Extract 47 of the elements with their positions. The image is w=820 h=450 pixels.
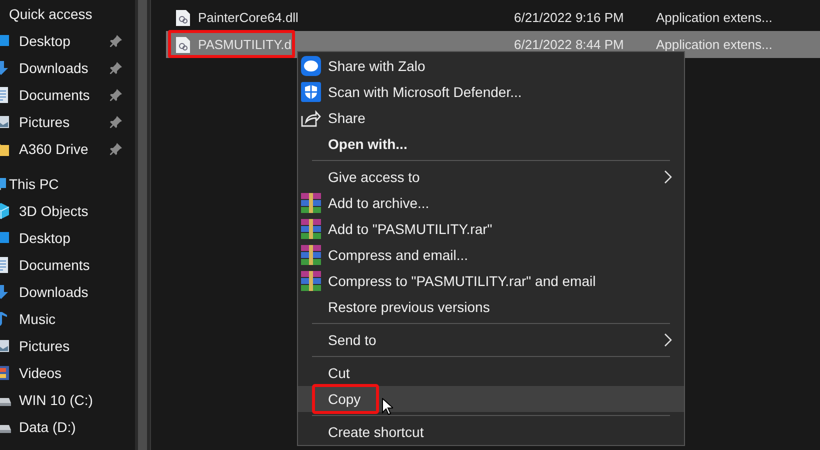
stacked-books-icon xyxy=(301,219,321,239)
stacked-books-icon xyxy=(301,271,321,291)
menu-item[interactable]: Cut xyxy=(298,360,684,386)
sidebar-item[interactable]: Quick access xyxy=(9,6,92,22)
share-icon xyxy=(301,109,321,127)
file-date: 6/21/2022 9:16 PM xyxy=(514,10,625,25)
menu-item[interactable]: Send to xyxy=(298,327,684,353)
cursor-icon xyxy=(382,398,393,415)
stacked-books-icon xyxy=(301,245,321,265)
sidebar-item[interactable]: Pictures xyxy=(19,338,70,354)
file-date: 6/21/2022 8:44 PM xyxy=(514,37,625,52)
sidebar-item[interactable]: Downloads xyxy=(19,284,88,300)
sidebar-item[interactable]: Data (D:) xyxy=(19,418,76,434)
dll-file-icon xyxy=(176,36,190,52)
sidebar-item[interactable]: Desktop xyxy=(19,32,70,48)
sidebar-item[interactable]: Videos xyxy=(19,364,62,380)
stacked-books-icon xyxy=(301,193,321,213)
shield-icon xyxy=(301,82,321,102)
file-name: PASMUTILITY.d xyxy=(198,37,292,52)
menu-item[interactable]: Open with... xyxy=(298,131,684,157)
sidebar-item[interactable]: Desktop xyxy=(19,230,70,246)
chat-app-icon xyxy=(301,56,321,76)
sidebar-item[interactable]: This PC xyxy=(9,176,59,192)
sidebar-item[interactable]: Documents xyxy=(19,256,90,272)
menu-item[interactable]: Add to archive... xyxy=(298,190,684,216)
menu-item[interactable]: Give access to xyxy=(298,164,684,190)
sidebar-item[interactable]: Downloads xyxy=(19,60,88,76)
sidebar-item[interactable]: 3D Objects xyxy=(19,202,88,218)
sidebar-item[interactable]: Pictures xyxy=(19,114,70,130)
menu-item[interactable]: Compress to "PASMUTILITY.rar" and email xyxy=(298,268,684,294)
menu-item[interactable]: Share xyxy=(298,105,684,131)
menu-item[interactable]: Add to "PASMUTILITY.rar" xyxy=(298,216,684,242)
file-type: Application extens... xyxy=(656,10,774,25)
menu-item[interactable]: Scan with Microsoft Defender... xyxy=(298,79,684,105)
menu-item[interactable]: Copy xyxy=(298,386,684,412)
sidebar-item[interactable]: A360 Drive xyxy=(19,140,88,156)
file-name: PainterCore64.dll xyxy=(198,10,298,25)
scrollbar-thumb[interactable] xyxy=(138,0,147,450)
sidebar-item[interactable]: WIN 10 (C:) xyxy=(19,392,93,408)
sidebar-item[interactable]: Music xyxy=(19,310,56,326)
sidebar-item[interactable]: Documents xyxy=(19,86,90,102)
dll-file-icon xyxy=(176,10,190,26)
menu-item[interactable]: Create shortcut xyxy=(298,419,684,445)
menu-item[interactable]: Restore previous versions xyxy=(298,294,684,320)
file-type: Application extens... xyxy=(656,37,774,52)
menu-item[interactable]: Compress and email... xyxy=(298,242,684,268)
file-row[interactable]: PainterCore64.dll 6/21/2022 9:16 PM Application extens... xyxy=(166,4,820,31)
